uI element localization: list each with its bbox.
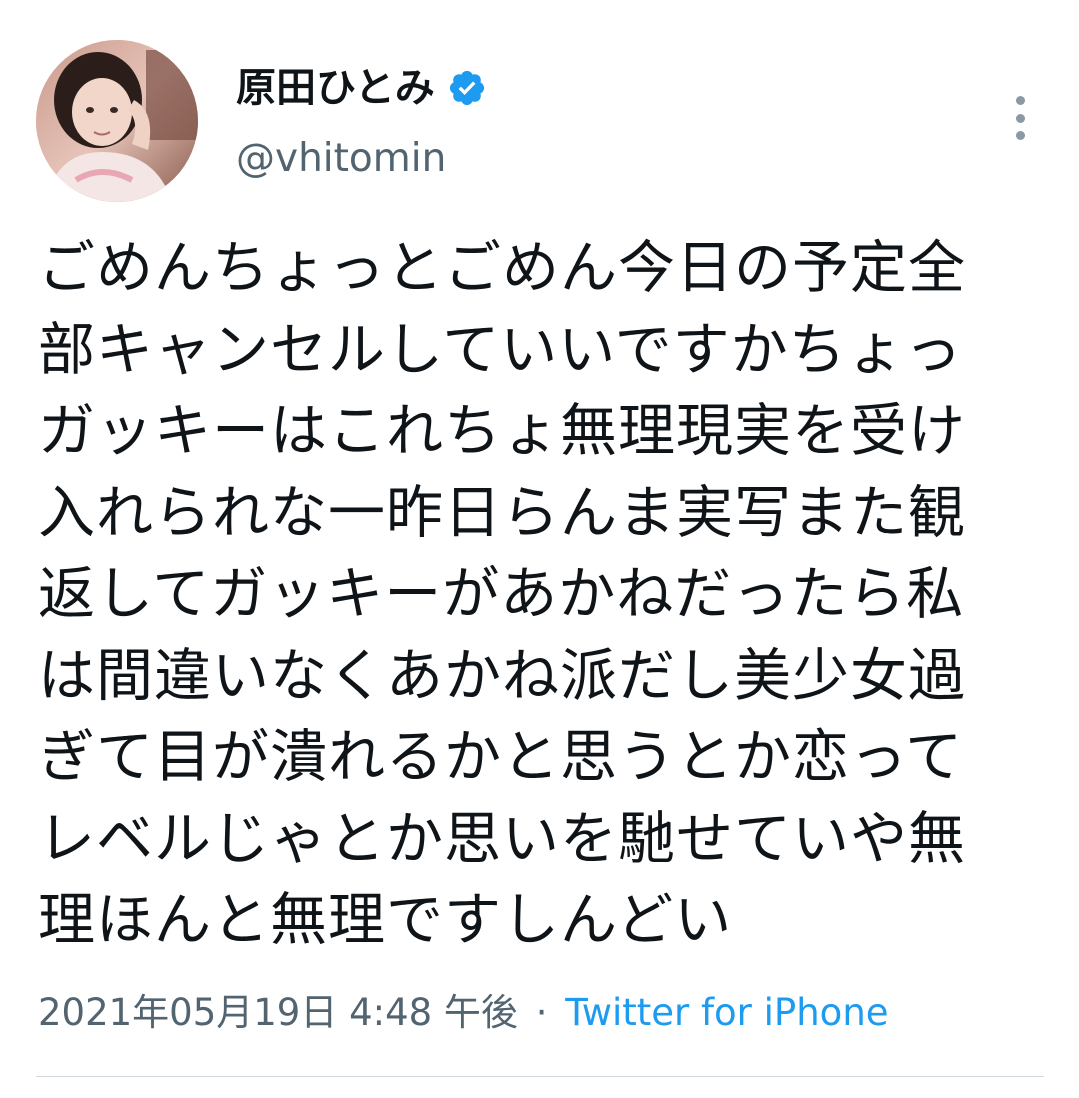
tweet-text-line: ガッキーはこれちょ無理現実を受け: [38, 398, 966, 464]
divider: [36, 1076, 1044, 1077]
tweet-text-line: ごめんちょっとごめん今日の予定全: [38, 235, 966, 301]
verified-badge-icon: [447, 68, 487, 108]
tweet-timestamp[interactable]: 2021年05月19日 4:48 午後: [38, 991, 518, 1034]
avatar-image: [36, 40, 198, 202]
more-dot: [1015, 113, 1025, 123]
tweet-text-line: は間違いなくあかね派だし美少女過: [38, 642, 966, 709]
tweet-source-link[interactable]: Twitter for iPhone: [565, 991, 888, 1034]
author-display-name[interactable]: 原田ひとみ: [236, 58, 435, 118]
tweet-text: ごめんちょっとごめん今日の予定全 部キャンセルしていいですかちょっ ガッキーはこ…: [38, 228, 1048, 962]
avatar[interactable]: [36, 40, 198, 202]
tweet-text-line: 理ほんと無理ですしんどい: [38, 887, 733, 953]
more-dot: [1015, 131, 1025, 140]
tweet-text-line: レベルじゃとか思いを馳せていや無: [38, 805, 966, 872]
tweet-text-line: 入れられな一昨日らんま実写また観: [38, 479, 966, 546]
tweet-text-line: ぎて目が潰れるかと思うとか恋って: [38, 724, 964, 790]
author-name-row[interactable]: 原田ひとみ: [236, 58, 487, 118]
more-dot: [1015, 96, 1025, 105]
tweet-meta: 2021年05月19日 4:48 午後 · Twitter for iPhone: [38, 988, 889, 1038]
meta-separator: ·: [535, 991, 548, 1034]
tweet-text-line: 部キャンセルしていいですかちょっ: [38, 316, 963, 383]
more-vertical-icon[interactable]: [1000, 92, 1040, 144]
author-handle[interactable]: @vhitomin: [236, 134, 446, 184]
tweet-text-line: 返してガッキーがあかねだったら私: [38, 561, 965, 627]
